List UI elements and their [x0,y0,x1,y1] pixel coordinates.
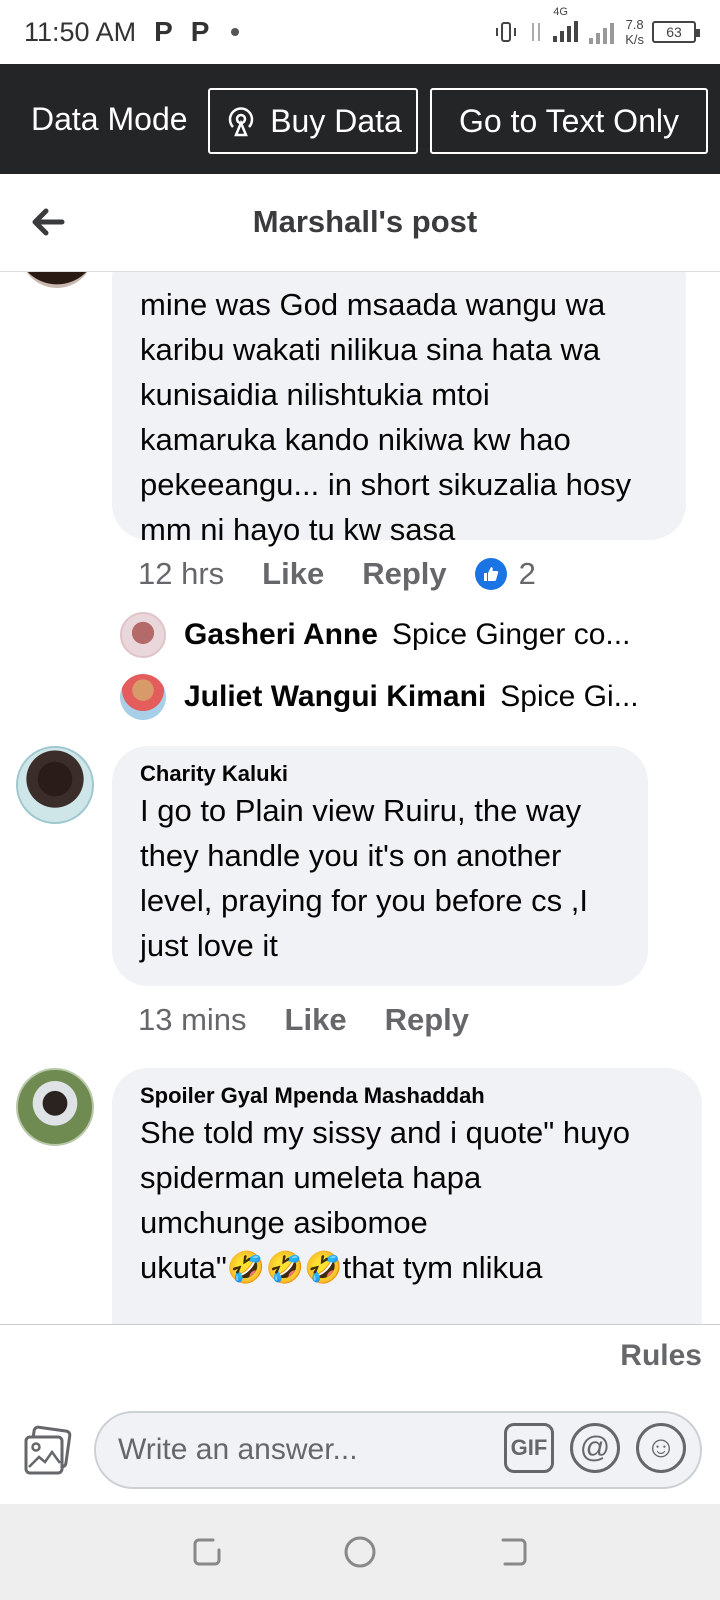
comment-text-line: level, praying for you before cs ,I [140,883,589,918]
back-icon[interactable] [495,1534,531,1570]
comment-author[interactable]: Charity Kaluki [140,760,624,788]
status-time: 11:50 AM [24,16,137,47]
comment-text-line: pekeeangu... in short sikuzalia hosy [140,467,632,502]
page-title: Marshall's post [252,204,478,239]
comment-text-line: kamaruka kando nikiwa kw hao [140,422,571,457]
comment-time: 12 hrs [138,556,225,591]
reply-button[interactable]: Reply [362,556,446,592]
reply-preview[interactable]: Gasheri Anne Spice Ginger co... [120,612,630,658]
answer-input[interactable] [118,1433,478,1467]
status-bar: 11:50 AM P P 4G 7.8 K/s 63 [0,0,720,64]
text-only-label: Go to Text Only [459,102,679,139]
comment-text-line: just love it [140,928,278,963]
comment-bubble[interactable]: Charity Kaluki I go to Plain view Ruiru,… [112,746,648,986]
broadcast-icon [228,107,254,137]
comment-bubble[interactable]: mine was God msaada wangu wa karibu waka… [112,272,686,547]
comment-text-line: mine was God msaada wangu wa [140,287,606,322]
avatar[interactable] [16,1068,94,1146]
buy-data-button[interactable]: Buy Data [208,88,418,154]
home-icon[interactable] [342,1534,378,1570]
reply-snippet: Spice Gi... [500,680,639,713]
avatar[interactable] [16,746,94,824]
app-notification-icon: P [190,16,210,47]
data-transfer-icon [532,23,541,41]
post-header: Marshall's post [0,174,720,272]
composer-icons: GIF @ ☺ [504,1423,686,1473]
comment-text-line: ukuta"🤣🤣🤣that tym nlikua [140,1250,543,1285]
like-button[interactable]: Like [262,556,324,592]
like-reaction-icon [474,558,507,590]
comment-author[interactable]: Spoiler Gyal Mpenda Mashaddah [140,1082,678,1110]
reply-snippet: Spice Ginger co... [391,618,631,651]
battery-level: 63 [666,24,682,40]
battery-icon: 63 [652,21,700,43]
text-only-button[interactable]: Go to Text Only [430,88,708,154]
data-mode-label: Data Mode [31,100,188,137]
system-nav-bar [0,1504,720,1600]
reaction-count: 2 [518,556,536,591]
answer-field[interactable]: GIF @ ☺ [94,1411,702,1489]
comments-list[interactable]: mine was God msaada wangu wa karibu waka… [0,272,720,1324]
comment-text-line: they handle you it's on another [140,838,562,873]
app-notification-icon: P [154,16,173,47]
comment-bubble[interactable]: Spoiler Gyal Mpenda Mashaddah She told m… [112,1068,702,1324]
signal-icon [589,23,615,44]
reply-preview[interactable]: Juliet Wangui Kimani Spice Gi... [120,674,639,720]
emoji-icon[interactable]: ☺ [636,1423,686,1473]
comment-time: 13 mins [138,1002,247,1037]
rules-link[interactable]: Rules [620,1339,702,1373]
comment-text-line: kunisaidia nilishtukia mtoi [140,377,490,412]
network-type: 4G [553,5,568,18]
comment-text-line: spiderman umeleta hapa [140,1160,482,1195]
data-mode-bar: Data Mode Buy Data Go to Text Only [0,64,720,174]
reply-button[interactable]: Reply [385,1002,469,1038]
comment-text-line: karibu wakati nilikua sina hata wa [140,332,601,367]
recent-apps-icon[interactable] [189,1534,225,1570]
composer: Rules GIF @ ☺ [0,1324,720,1504]
comment-meta: 13 mins Like Reply [138,1002,469,1038]
reply-author: Juliet Wangui Kimani [184,680,487,713]
status-indicators: 4G 7.8 K/s 63 [493,6,700,47]
photo-icon[interactable] [22,1425,74,1477]
more-notifications-icon [231,28,240,36]
comment-text-line: She told my sissy and i quote" huyo [140,1115,631,1150]
avatar [120,674,166,720]
reply-author: Gasheri Anne [184,618,378,651]
comment-text-line: I go to Plain view Ruiru, the way [140,793,582,828]
comment-meta: 12 hrs Like Reply 2 [138,556,536,592]
buy-data-label: Buy Data [270,102,402,139]
avatar [120,612,166,658]
avatar[interactable] [20,272,94,288]
like-button[interactable]: Like [285,1002,347,1038]
mention-icon[interactable]: @ [570,1423,620,1473]
gif-icon[interactable]: GIF [504,1423,554,1473]
signal-4g-icon: 4G [553,6,581,47]
comment-text-line: mm ni hayo tu kw sasa [140,512,456,547]
vibrate-icon [496,22,517,42]
comment-text-line: umchunge asibomoe [140,1205,428,1240]
network-speed: 7.8 K/s [625,17,644,47]
